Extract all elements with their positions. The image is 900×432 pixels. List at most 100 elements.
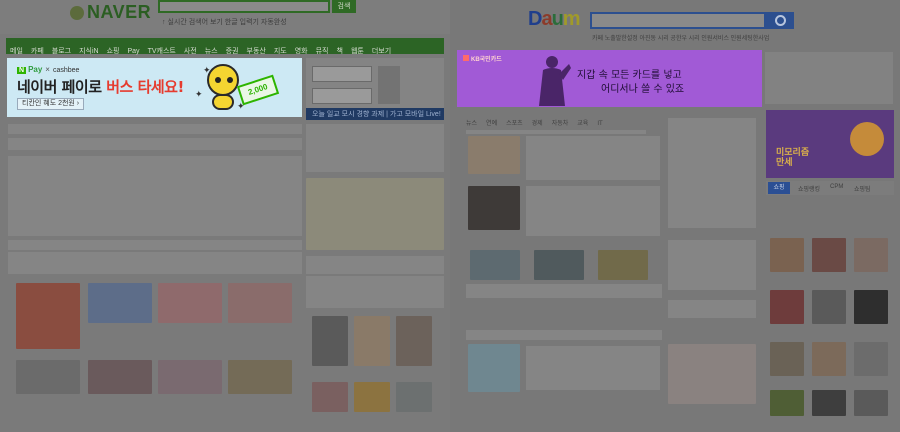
daum-logo[interactable]: Daum: [528, 8, 581, 31]
ad-brand: N Pay × cashbee: [17, 65, 79, 74]
product-thumb[interactable]: [354, 382, 390, 412]
product-thumb[interactable]: [770, 390, 804, 416]
kb-brand-text: KB국민카드: [471, 57, 502, 63]
photo-thumb[interactable]: [470, 250, 520, 280]
shop-tab[interactable]: CPM: [830, 184, 843, 190]
daum-tab[interactable]: 교육: [577, 121, 588, 127]
product-thumb[interactable]: [312, 382, 348, 412]
naver-menu-item[interactable]: Pay: [124, 44, 144, 55]
daum-tab[interactable]: 스포츠: [506, 121, 523, 127]
ad-image[interactable]: [306, 178, 444, 250]
photo-thumb[interactable]: [598, 250, 648, 280]
ranking-list: [668, 118, 756, 228]
naver-menu-item[interactable]: TV캐스트: [144, 42, 180, 56]
naver-search-input[interactable]: [158, 0, 330, 13]
naver-search-button[interactable]: 검색: [332, 0, 356, 13]
daum-tab[interactable]: IT: [597, 121, 602, 127]
webtoon-thumb[interactable]: [158, 360, 222, 394]
product-thumb[interactable]: [396, 382, 432, 412]
naver-menu-item[interactable]: 영화: [291, 42, 312, 56]
news-thumb[interactable]: [468, 186, 520, 230]
naver-menu-item[interactable]: 증권: [222, 42, 243, 56]
naver-news-banner[interactable]: 오늘 일교 모시 경향 과제 | 가고 모바일 Live!: [306, 108, 444, 120]
naver-pay-ad-banner[interactable]: N Pay × cashbee 네이버 페이로 버스 타세요! 티칸인 혜도 2천원 …: [7, 58, 302, 117]
naver-menu-item[interactable]: 부동산: [243, 42, 270, 56]
product-thumb[interactable]: [812, 342, 846, 376]
category-icons-row: [8, 252, 302, 274]
product-thumb[interactable]: [812, 290, 846, 324]
shop-tab[interactable]: 쇼핑팀: [854, 184, 871, 193]
naver-menu-item[interactable]: 블로그: [48, 42, 75, 56]
product-thumb[interactable]: [770, 238, 804, 272]
webtoon-thumb[interactable]: [16, 360, 80, 394]
login-button[interactable]: [378, 66, 400, 104]
webtoon-thumb[interactable]: [228, 283, 292, 323]
product-thumb[interactable]: [854, 342, 888, 376]
product-thumb[interactable]: [854, 390, 888, 416]
naver-menu-item[interactable]: 카페: [27, 42, 48, 56]
naver-menu-item[interactable]: 뉴스: [201, 42, 222, 56]
naver-menu-item[interactable]: 뮤직: [312, 42, 333, 56]
screen: NAVER 검색 ↑ 실시간 검색어 보기 한글 입력기 자동완성 메일 카페 블로…: [0, 0, 900, 432]
naver-logo[interactable]: NAVER: [70, 2, 151, 23]
product-thumb[interactable]: [770, 290, 804, 324]
ticket-icon: 2,000: [236, 74, 280, 106]
product-thumb[interactable]: [396, 316, 432, 366]
login-password-field[interactable]: [312, 88, 372, 104]
card-promo[interactable]: [16, 283, 80, 349]
daum-shop-tabs: 쇼핑 쇼핑랭킹 CPM 쇼핑팀: [766, 181, 894, 195]
naver-menu-item[interactable]: 웹툰: [347, 42, 368, 56]
naver-menu-item[interactable]: 책: [333, 42, 347, 56]
news-banner-text: 오늘 일교 모시 경향 과제 | 가고 모바일 Live!: [312, 111, 441, 118]
section-tabs: [466, 330, 662, 340]
webtoon-thumb[interactable]: [228, 360, 292, 394]
daum-tab[interactable]: 연예: [486, 121, 497, 127]
feature-image[interactable]: [668, 344, 756, 404]
product-thumb[interactable]: [812, 390, 846, 416]
naver-logo-icon: [70, 6, 84, 20]
daum-logo-u: u: [551, 8, 564, 30]
naver-menu-bar: 메일 카페 블로그 지식iN 쇼핑 Pay TV캐스트 사전 뉴스 증권 부동산 지도 영화 뮤직 책 웹툰 더…: [6, 38, 444, 56]
login-id-field[interactable]: [312, 66, 372, 82]
naver-menu-item[interactable]: 쇼핑: [103, 42, 124, 56]
daum-logo-a: a: [541, 8, 552, 30]
naver-menu-item[interactable]: 사전: [180, 42, 201, 56]
webtoon-thumb[interactable]: [88, 283, 152, 323]
daum-quick-links: 카페 노출발한설정 아진동 시리 공한우 시리 인원서비스 인원세팅한사업: [592, 36, 770, 42]
daum-logo-d: D: [528, 8, 542, 30]
ad-headline-highlight: 버스 타세요!: [106, 78, 184, 96]
daum-search-button[interactable]: [766, 12, 794, 29]
product-thumb[interactable]: [354, 316, 390, 366]
shop-tab-active[interactable]: 쇼핑: [768, 182, 790, 194]
naver-menu-item[interactable]: 지도: [270, 42, 291, 56]
webtoon-thumb[interactable]: [158, 283, 222, 323]
naver-menu-item[interactable]: 지식iN: [75, 42, 103, 56]
daum-search-input[interactable]: [590, 12, 766, 29]
news-headlines: [526, 186, 660, 236]
daum-tab[interactable]: 경제: [532, 121, 543, 127]
press-more-row: [8, 240, 302, 250]
promo-label-2: 만세: [776, 158, 793, 168]
naver-search-hints: ↑ 실시간 검색어 보기 한글 입력기 자동완성: [162, 19, 287, 26]
game-promo-banner[interactable]: 미모리즘 만세: [766, 110, 894, 178]
product-thumb[interactable]: [854, 238, 888, 272]
daum-tab[interactable]: 자동차: [552, 121, 569, 127]
product-thumb[interactable]: [770, 342, 804, 376]
news-thumb[interactable]: [468, 136, 520, 174]
ad-headline-prefix: 네이버 페이로: [17, 78, 107, 96]
naver-menu-item[interactable]: 더보기: [368, 42, 395, 56]
promo-label-1: 미모리즘: [776, 148, 810, 158]
daum-tab[interactable]: 뉴스: [466, 121, 477, 127]
naver-menu-item[interactable]: 메일: [6, 42, 27, 56]
headline-list: [306, 124, 444, 172]
product-thumb[interactable]: [812, 238, 846, 272]
map-thumb[interactable]: [468, 344, 520, 392]
divider: [466, 130, 646, 134]
webtoon-thumb[interactable]: [88, 360, 152, 394]
ad-sub-button[interactable]: 티칸인 혜도 2천원 ›: [17, 98, 85, 110]
photo-thumb[interactable]: [534, 250, 584, 280]
product-thumb[interactable]: [854, 290, 888, 324]
product-thumb[interactable]: [312, 316, 348, 366]
kb-card-ad-banner[interactable]: KB국민카드 지갑 속 모든 카드를 넣고 어디서나 쓸 수 있죠: [457, 50, 762, 107]
shop-tab[interactable]: 쇼핑랭킹: [798, 184, 820, 193]
